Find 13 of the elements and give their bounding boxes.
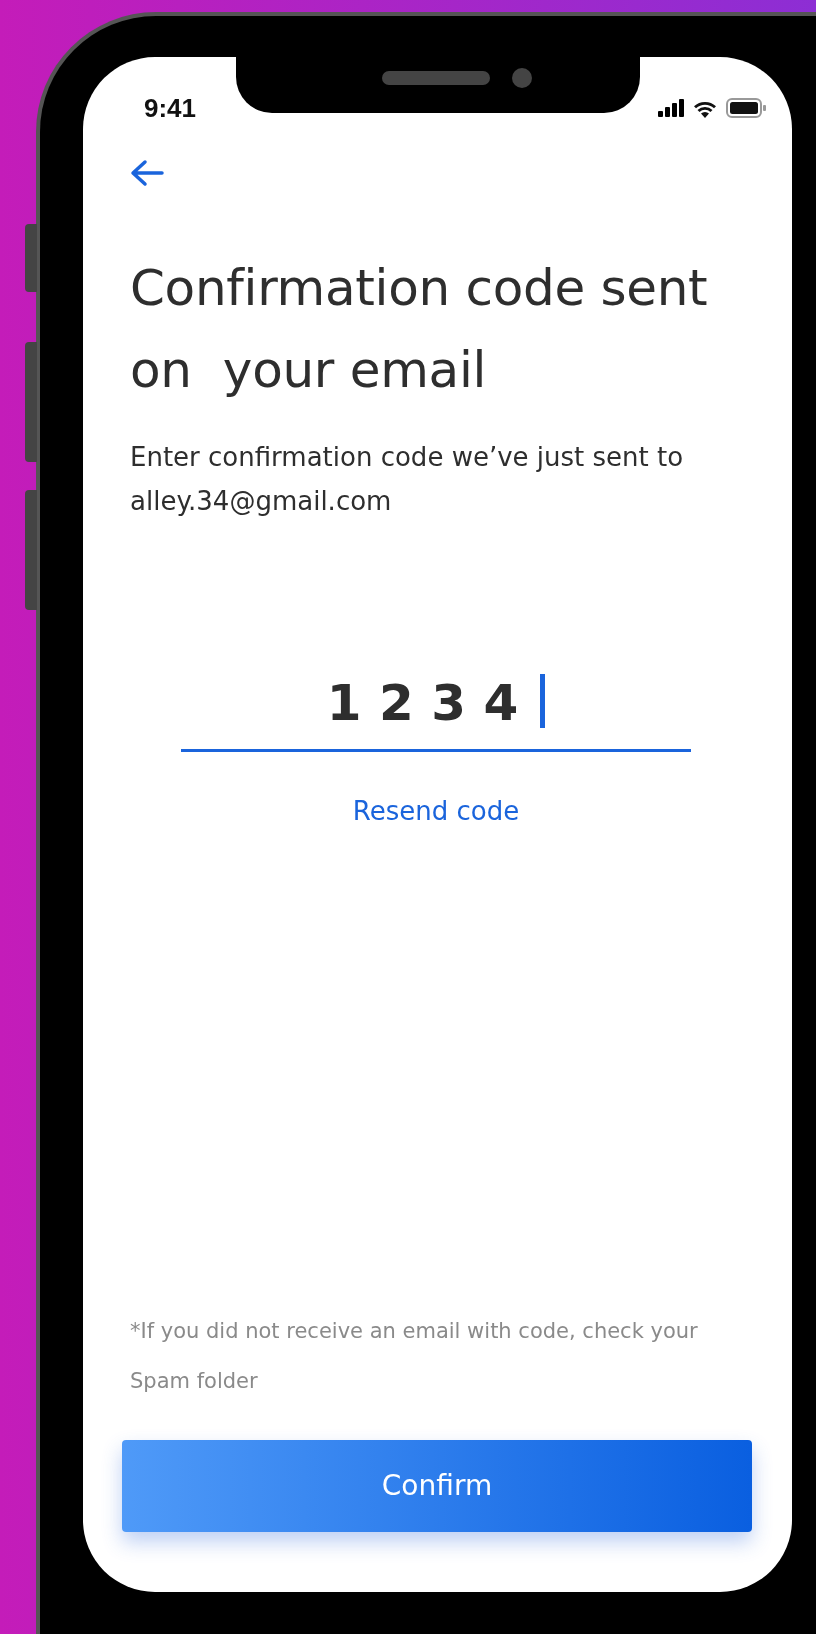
camera-dot <box>512 68 532 88</box>
heading-line: on your email <box>130 340 488 401</box>
confirm-button[interactable]: Confirm <box>122 1440 752 1532</box>
signal-icon <box>658 99 684 117</box>
spam-folder-note: *If you did not receive an email with code, check your Spam folder <box>130 1318 699 1395</box>
email-text: alley.34@gmail.com <box>130 485 393 518</box>
resend-code-link[interactable]: Resend code <box>352 792 520 831</box>
heading-line: Confirmation code sent <box>130 258 709 319</box>
battery-icon <box>726 98 766 118</box>
status-time: 9:41 <box>144 91 197 125</box>
code-input-field[interactable]: 1 2 3 4 <box>181 673 691 752</box>
back-arrow-icon[interactable] <box>130 159 164 187</box>
instruction-text: Enter confirmation code we’ve just sent to <box>130 441 685 474</box>
